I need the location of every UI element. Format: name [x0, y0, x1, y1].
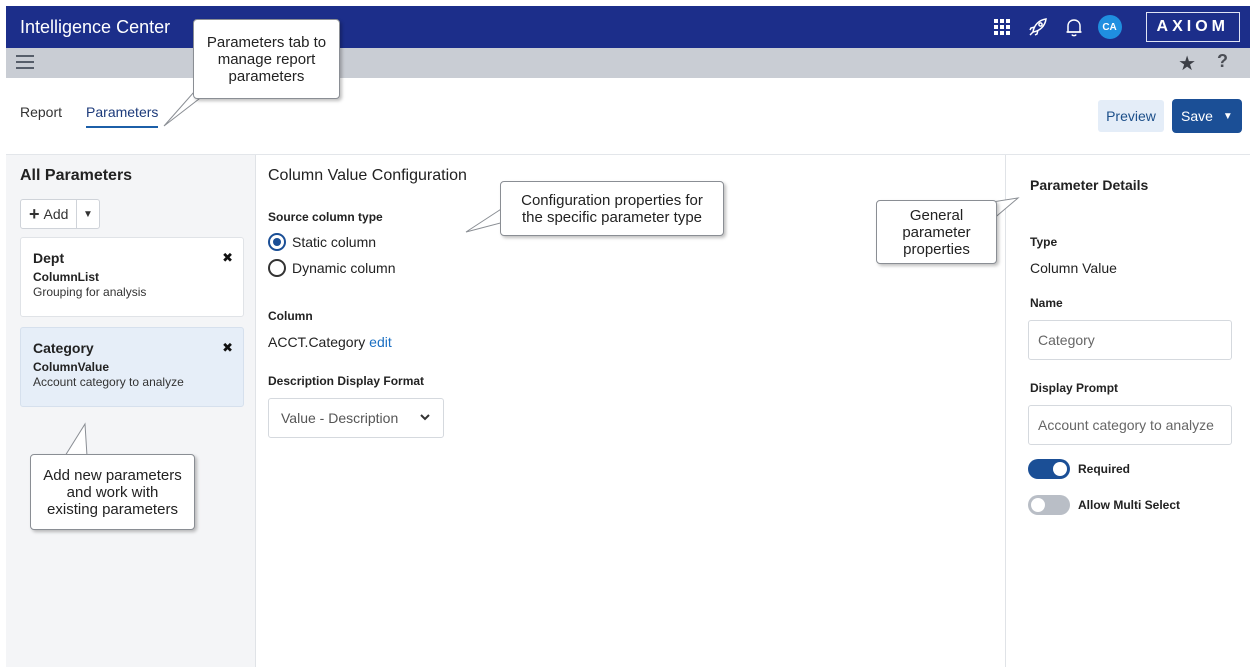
callout-configuration: Configuration properties for the specifi… [500, 181, 724, 236]
parameter-type: ColumnValue [33, 360, 110, 374]
select-value: Value - Description [281, 410, 399, 426]
parameter-type: ColumnList [33, 270, 99, 284]
callout-line: and work with [66, 483, 159, 501]
callout-line: the specific parameter type [521, 208, 703, 226]
parameter-card-category[interactable]: Category ColumnValue Account category to… [20, 327, 244, 407]
allow-multi-select-label: Allow Multi Select [1078, 498, 1181, 512]
callout-parameters-tab: Parameters tab to manage report paramete… [193, 19, 340, 99]
rocket-icon[interactable] [1022, 11, 1054, 43]
tab-bar: Report Parameters [20, 104, 182, 128]
column-value: ACCT.Category edit [268, 334, 392, 350]
apps-grid-icon[interactable] [986, 11, 1018, 43]
description-format-label: Description Display Format [268, 374, 425, 388]
source-column-type-label: Source column type [268, 210, 383, 224]
required-label: Required [1078, 462, 1131, 476]
user-avatar[interactable]: CA [1097, 15, 1122, 39]
app-title[interactable]: Intelligence Center [20, 17, 170, 38]
add-label: Add [43, 206, 69, 222]
panel-heading: All Parameters [20, 167, 133, 184]
type-value: Column Value [1030, 260, 1117, 276]
radio-label: Dynamic column [292, 260, 396, 276]
radio-unchecked[interactable] [268, 259, 286, 277]
callout-line: General [909, 206, 964, 224]
save-label: Save [1181, 108, 1213, 124]
required-toggle[interactable] [1028, 459, 1070, 479]
edit-link[interactable]: edit [369, 334, 392, 350]
description-format-select[interactable]: Value - Description [268, 398, 444, 438]
callout-add-parameters: Add new parameters and work with existin… [30, 454, 195, 530]
tab-parameters[interactable]: Parameters [86, 104, 159, 128]
allow-multi-select-toggle[interactable] [1028, 495, 1070, 515]
callout-line: Configuration properties for [521, 191, 703, 209]
type-label: Type [1030, 235, 1058, 249]
name-label: Name [1030, 296, 1063, 310]
parameters-list-panel: All Parameters + Add ▼ Dept ColumnList G… [6, 155, 256, 667]
multi-select-toggle-row[interactable]: Allow Multi Select [1028, 495, 1180, 515]
display-prompt-label: Display Prompt [1030, 381, 1119, 395]
callout-line: Parameters tab to [206, 33, 327, 51]
callout-line: existing parameters [47, 500, 178, 518]
callout-line: Add new parameters [43, 466, 182, 484]
callout-line: parameters [228, 67, 305, 85]
callout-general-properties: General parameter properties [876, 200, 997, 264]
name-field[interactable]: Category [1028, 320, 1232, 360]
radio-checked[interactable] [268, 233, 286, 251]
parameter-card-dept[interactable]: Dept ColumnList Grouping for analysis ✖ [20, 237, 244, 317]
callout-line: parameter [902, 223, 971, 241]
parameter-name: Dept [33, 250, 65, 266]
help-icon[interactable]: ? [1217, 51, 1228, 72]
preview-button[interactable]: Preview [1098, 100, 1164, 132]
details-heading: Parameter Details [1030, 177, 1149, 193]
save-button[interactable]: Save ▼ [1172, 99, 1242, 133]
caret-down-icon[interactable]: ▼ [1223, 111, 1233, 122]
required-toggle-row[interactable]: Required [1028, 459, 1130, 479]
close-icon[interactable]: ✖ [222, 250, 233, 266]
column-name: ACCT.Category [268, 334, 366, 350]
chevron-down-icon [420, 414, 430, 421]
config-heading: Column Value Configuration [268, 167, 467, 184]
parameter-description: Grouping for analysis [33, 285, 147, 299]
dynamic-column-radio[interactable]: Dynamic column [268, 259, 395, 277]
add-main[interactable]: + Add [21, 200, 77, 228]
top-icons: CA AXIOM [982, 6, 1240, 48]
menu-icon[interactable] [16, 55, 34, 71]
display-prompt-field[interactable]: Account category to analyze [1028, 405, 1232, 445]
callout-line: properties [903, 240, 970, 258]
radio-label: Static column [292, 234, 377, 250]
tab-report[interactable]: Report [20, 104, 62, 128]
parameter-details-panel: Parameter Details Type Column Value Name… [1005, 155, 1250, 667]
column-label: Column [268, 309, 313, 323]
callout-pointer [64, 422, 88, 457]
add-parameter-button[interactable]: + Add ▼ [20, 199, 100, 229]
bell-icon[interactable] [1058, 11, 1090, 43]
parameter-description: Account category to analyze [33, 375, 184, 389]
axiom-logo: AXIOM [1145, 12, 1240, 42]
plus-icon: + [29, 203, 40, 224]
static-column-radio[interactable]: Static column [268, 233, 376, 251]
close-icon[interactable]: ✖ [222, 340, 233, 356]
parameter-name: Category [33, 340, 94, 356]
star-icon[interactable]: ★ [1178, 51, 1196, 76]
callout-line: manage report [217, 50, 316, 68]
caret-down-icon[interactable]: ▼ [77, 209, 99, 220]
